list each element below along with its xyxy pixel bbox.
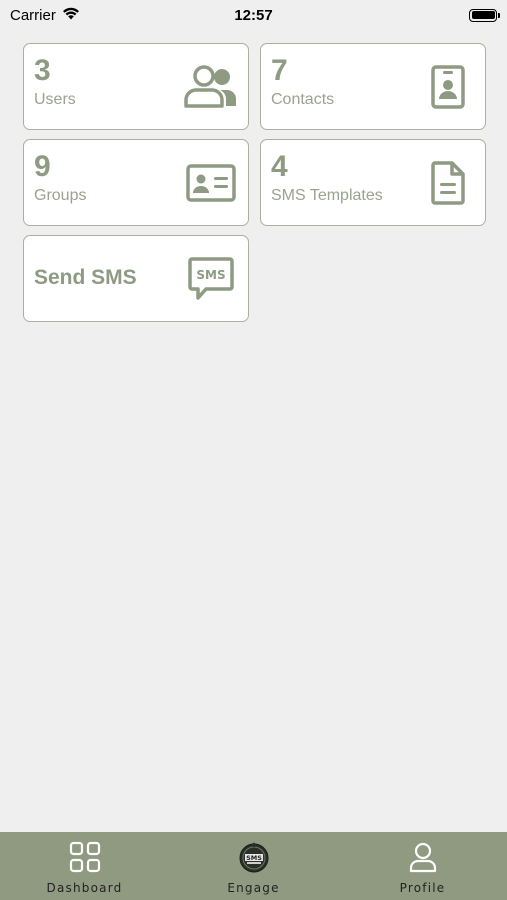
- status-left: Carrier: [10, 7, 80, 24]
- sms-templates-card[interactable]: 4 SMS Templates: [260, 139, 486, 226]
- tab-bar: Dashboard SMS Engage Profile: [0, 832, 507, 900]
- tab-engage-label: Engage: [227, 881, 280, 895]
- users-label: Users: [34, 91, 76, 108]
- tab-profile-label: Profile: [399, 881, 446, 895]
- svg-text:SMS: SMS: [196, 268, 225, 282]
- sms-logo-icon: SMS: [238, 841, 270, 873]
- document-icon: [419, 156, 477, 210]
- groups-count: 9: [34, 150, 51, 183]
- tab-engage[interactable]: SMS Engage: [169, 832, 338, 900]
- groups-card[interactable]: 9 Groups: [23, 139, 249, 226]
- carrier-label: Carrier: [10, 6, 56, 24]
- users-card[interactable]: 3 Users: [23, 43, 249, 130]
- sms-templates-count: 4: [271, 150, 288, 183]
- send-sms-title: Send SMS: [34, 266, 137, 289]
- send-sms-card[interactable]: Send SMS SMS: [23, 235, 249, 322]
- groups-label: Groups: [34, 187, 87, 204]
- battery-icon: [469, 8, 500, 22]
- tab-dashboard-label: Dashboard: [46, 881, 123, 895]
- sms-templates-label: SMS Templates: [271, 187, 383, 204]
- grid-icon: [69, 841, 101, 873]
- sms-bubble-icon: SMS: [182, 252, 240, 306]
- status-bar: Carrier 12:57: [0, 0, 507, 30]
- users-icon: [182, 60, 240, 114]
- contacts-card[interactable]: 7 Contacts: [260, 43, 486, 130]
- wifi-icon: [62, 7, 80, 24]
- id-card-icon: [182, 156, 240, 210]
- svg-text:SMS: SMS: [246, 854, 262, 862]
- users-count: 3: [34, 54, 51, 87]
- person-icon: [407, 841, 439, 873]
- tab-profile[interactable]: Profile: [338, 832, 507, 900]
- dashboard-grid: 3 Users 7 Contacts 9 Groups 4 SMS Templa…: [23, 43, 486, 322]
- tab-dashboard[interactable]: Dashboard: [0, 832, 169, 900]
- contacts-count: 7: [271, 54, 288, 87]
- contact-badge-icon: [419, 60, 477, 114]
- contacts-label: Contacts: [271, 91, 335, 108]
